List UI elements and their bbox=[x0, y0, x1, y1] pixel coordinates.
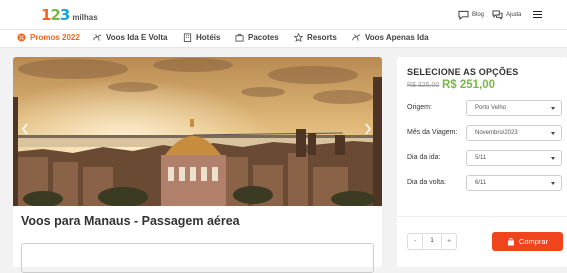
divider bbox=[397, 216, 567, 217]
return-day-label: Dia da volta: bbox=[407, 179, 446, 186]
decrement-button[interactable]: - bbox=[408, 234, 422, 249]
suitcase-icon bbox=[235, 33, 244, 42]
nav-label: Promos 2022 bbox=[30, 33, 80, 42]
star-icon bbox=[294, 33, 303, 42]
options-panel: SELECIONE AS OPÇÕES R$ 325,00 R$ 251,00 … bbox=[397, 57, 567, 267]
origin-value: Porto Velho bbox=[475, 105, 507, 111]
carousel-prev-icon[interactable] bbox=[21, 123, 29, 135]
chevron-down-icon bbox=[551, 132, 555, 135]
category-nav: Promos 2022 Voos Ida E Volta Hotéis Paco… bbox=[0, 30, 567, 48]
origin-label: Origem: bbox=[407, 104, 432, 111]
origin-select[interactable]: Porto Velho bbox=[466, 100, 562, 116]
nav-item-hoteis[interactable]: Hotéis bbox=[183, 33, 220, 42]
blog-link[interactable]: Blog bbox=[458, 10, 484, 20]
help-label: Ajuda bbox=[506, 12, 522, 18]
return-day-value: 6/11 bbox=[475, 180, 487, 186]
month-value: Novembro/2023 bbox=[475, 130, 518, 136]
chevron-down-icon bbox=[551, 157, 555, 160]
options-title: SELECIONE AS OPÇÕES bbox=[407, 67, 519, 77]
quantity-stepper: - 1 + bbox=[407, 233, 457, 250]
chevron-down-icon bbox=[551, 182, 555, 185]
product-title: Voos para Manaus - Passagem aérea bbox=[21, 214, 240, 228]
nav-item-resorts[interactable]: Resorts bbox=[294, 33, 337, 42]
quantity-input[interactable]: 1 bbox=[422, 234, 442, 249]
nav-label: Resorts bbox=[307, 33, 337, 42]
nav-label: Hotéis bbox=[196, 33, 221, 42]
shopping-bag-icon bbox=[507, 237, 514, 245]
month-label: Mês da Viagem: bbox=[407, 129, 458, 136]
hero-image bbox=[13, 57, 382, 206]
new-price: R$ 251,00 bbox=[442, 79, 496, 91]
product-card: Voos para Manaus - Passagem aérea bbox=[13, 57, 382, 273]
increment-button[interactable]: + bbox=[442, 234, 456, 249]
nav-label: Pacotes bbox=[248, 33, 279, 42]
airplane-icon bbox=[93, 34, 102, 41]
departure-day-select[interactable]: 5/11 bbox=[466, 150, 562, 166]
nav-item-voos-apenas-ida[interactable]: Voos Apenas Ida bbox=[352, 33, 429, 42]
top-header: 1 2 3 milhas Blog Ajuda bbox=[0, 0, 567, 30]
chat-bubbles-icon bbox=[492, 10, 503, 20]
nav-item-promos[interactable]: Promos 2022 bbox=[17, 33, 80, 42]
buy-label: Comprar bbox=[518, 237, 549, 246]
promo-tag-icon bbox=[17, 33, 26, 42]
old-price: R$ 325,00 bbox=[407, 82, 440, 89]
blog-label: Blog bbox=[472, 12, 485, 18]
logo[interactable]: 1 2 3 milhas bbox=[41, 7, 98, 23]
departure-day-value: 5/11 bbox=[475, 155, 487, 161]
chat-bubble-icon bbox=[458, 10, 469, 20]
details-box bbox=[21, 243, 374, 273]
manaus-city-skyline-photo bbox=[13, 57, 382, 206]
nav-label: Voos Apenas Ida bbox=[365, 33, 429, 42]
logo-digit-3: 3 bbox=[59, 6, 71, 24]
nav-item-voos-ida-e-volta[interactable]: Voos Ida E Volta bbox=[93, 33, 168, 42]
nav-label: Voos Ida E Volta bbox=[106, 33, 168, 42]
hamburger-menu-icon[interactable] bbox=[533, 11, 542, 18]
airplane-icon bbox=[352, 34, 361, 41]
carousel-next-icon[interactable] bbox=[364, 123, 372, 135]
logo-digit-1: 1 bbox=[41, 6, 51, 24]
hotel-building-icon bbox=[183, 33, 192, 42]
buy-button[interactable]: Comprar bbox=[492, 232, 563, 251]
logo-digit-2: 2 bbox=[50, 6, 60, 24]
month-select[interactable]: Novembro/2023 bbox=[466, 125, 562, 141]
chevron-down-icon bbox=[551, 107, 555, 110]
logo-word: milhas bbox=[72, 13, 98, 22]
nav-item-pacotes[interactable]: Pacotes bbox=[235, 33, 279, 42]
departure-day-label: Dia da ida: bbox=[407, 154, 441, 161]
return-day-select[interactable]: 6/11 bbox=[466, 175, 562, 191]
help-link[interactable]: Ajuda bbox=[492, 10, 521, 20]
